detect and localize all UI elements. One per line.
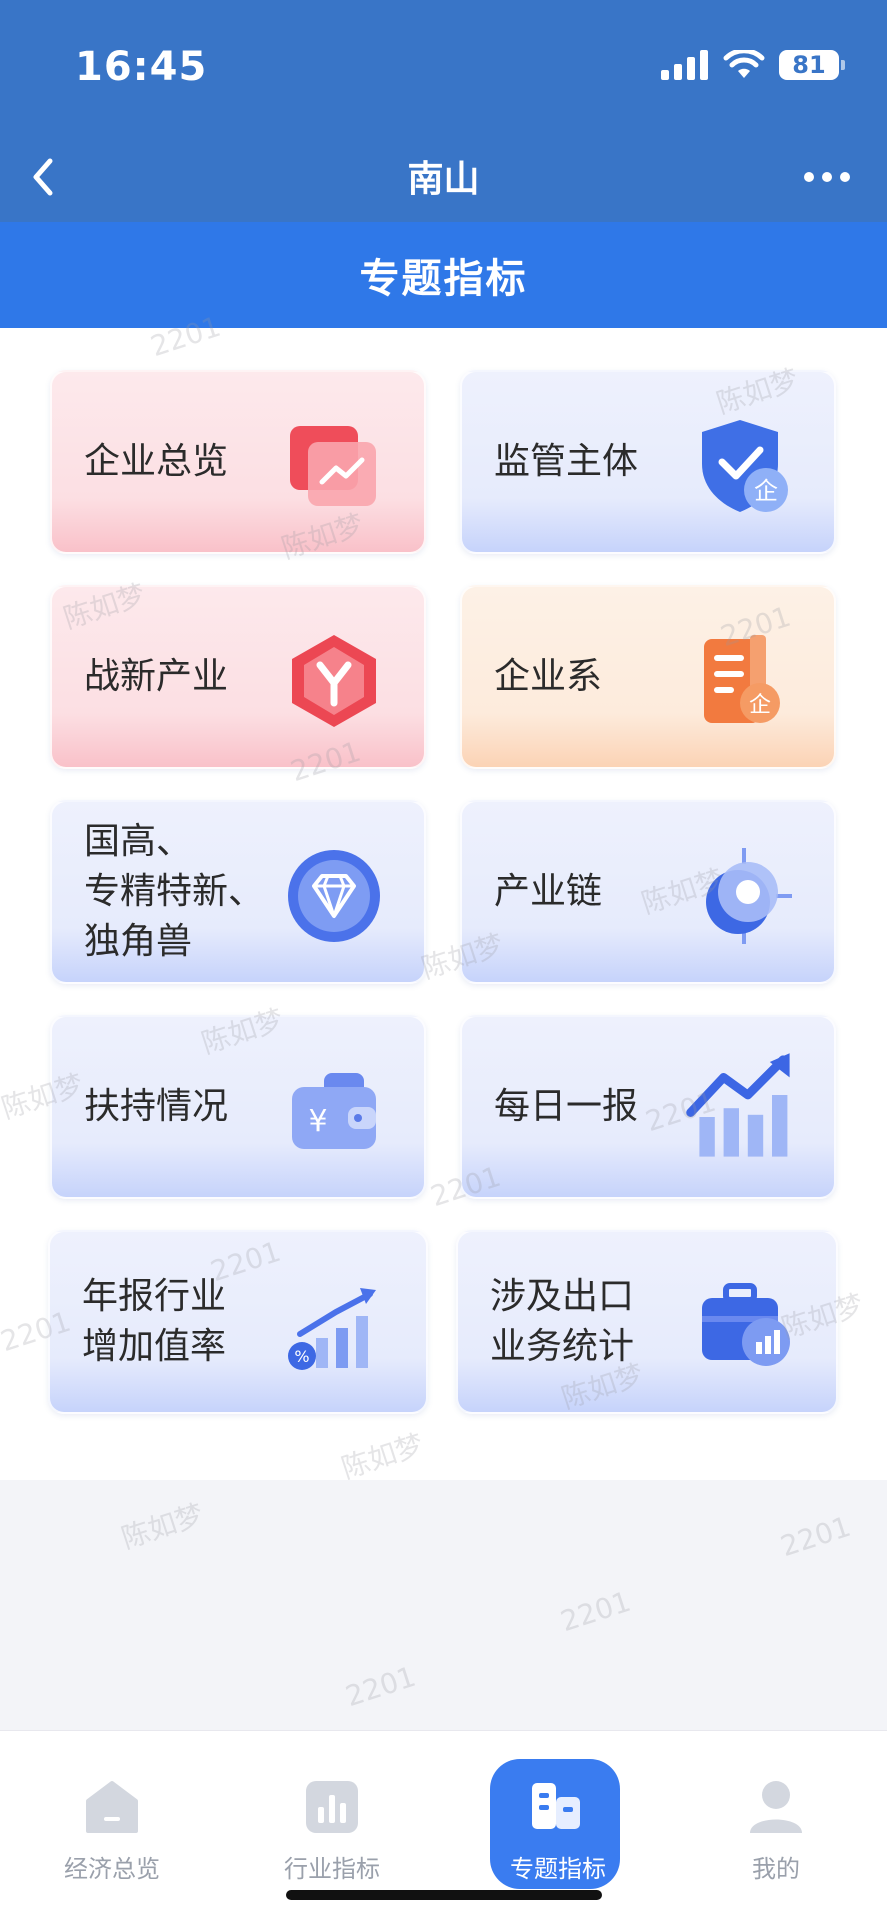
card-label: 产业链 <box>494 871 603 912</box>
svg-text:企: 企 <box>754 477 778 505</box>
tab-label: 经济总览 <box>64 1855 160 1883</box>
card-label-line: 年报行业 <box>82 1276 227 1317</box>
status-bar: 16:45 81 <box>0 0 887 132</box>
card-national-high-tech[interactable]: 国高、 专精特新、 独角兽 <box>50 800 426 984</box>
card-label-line: 涉及出口 <box>490 1276 635 1317</box>
tab-label: 专题指标 <box>510 1855 606 1883</box>
card-label: 监管主体 <box>494 441 639 482</box>
hexagon-y-icon <box>292 635 376 727</box>
user-icon <box>750 1781 802 1833</box>
diamond-icon <box>288 850 380 942</box>
card-label-line: 国高、 <box>84 821 193 862</box>
section-header: 专题指标 <box>0 222 887 328</box>
wifi-icon <box>723 50 765 78</box>
card-label-line: 专精特新、 <box>84 871 265 912</box>
watermark: 2201 <box>341 1659 420 1714</box>
battery-icon: 81 <box>779 50 845 80</box>
card-label-line: 增加值率 <box>82 1326 227 1367</box>
tab-economy-overview[interactable]: 经济总览 <box>22 1731 202 1921</box>
watermark: 陈如梦 <box>117 1497 208 1556</box>
card-label: 每日一报 <box>494 1086 639 1127</box>
more-button[interactable] <box>797 152 857 202</box>
system-icons: 81 <box>661 50 845 80</box>
status-time: 16:45 <box>75 44 208 90</box>
page-title: 南山 <box>407 159 480 200</box>
navigation-bar: 南山 <box>0 132 887 222</box>
indicator-grid: 企业总览 监管主体 企 战新产业 企业系 企 国高、 专精特新、 独角兽 产业链… <box>0 328 887 1480</box>
bar-chart-icon <box>306 1781 358 1833</box>
tab-label: 我的 <box>752 1855 800 1883</box>
wallet-yuan-icon: ¥ <box>292 1073 376 1149</box>
tab-label: 行业指标 <box>284 1855 380 1883</box>
card-label: 战新产业 <box>84 656 229 697</box>
svg-text:企: 企 <box>749 693 771 718</box>
signal-icon <box>661 50 708 80</box>
enterprise-overview-icon <box>290 426 376 506</box>
buildings-icon <box>532 1783 580 1829</box>
svg-text:¥: ¥ <box>308 1104 327 1139</box>
home-indicator[interactable] <box>286 1890 602 1900</box>
watermark: 2201 <box>776 1509 855 1564</box>
card-enterprise-overview[interactable]: 企业总览 <box>50 370 426 554</box>
card-label: 企业总览 <box>84 441 229 482</box>
watermark: 2201 <box>556 1584 635 1639</box>
shield-check-icon: 企 <box>702 420 788 512</box>
percent-bar-chart-icon: % <box>288 1288 376 1370</box>
more-dots-icon <box>804 172 850 182</box>
card-label: 扶持情况 <box>84 1086 229 1127</box>
card-label: 企业系 <box>494 656 603 697</box>
tab-mine[interactable]: 我的 <box>686 1731 866 1921</box>
svg-text:%: % <box>294 1347 309 1366</box>
card-label-line: 独角兽 <box>84 921 193 962</box>
home-icon <box>86 1781 138 1833</box>
